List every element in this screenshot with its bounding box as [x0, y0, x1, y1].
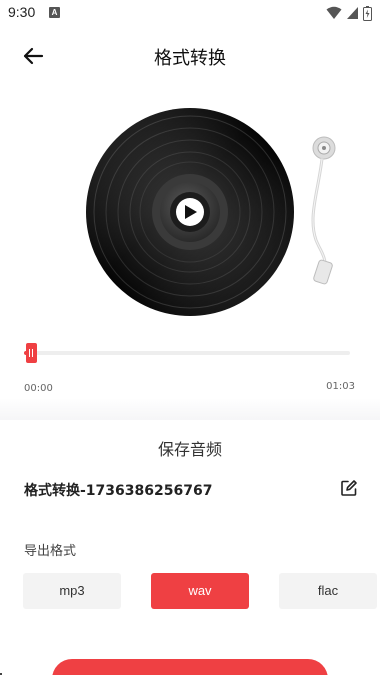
total-time: 01:03	[326, 381, 355, 392]
vinyl-record	[86, 108, 294, 316]
progress-track	[24, 351, 350, 355]
panel-title: 保存音频	[157, 440, 222, 459]
current-time: 00:00	[24, 383, 53, 394]
progress-thumb[interactable]	[25, 343, 37, 363]
status-time: 9:30	[8, 4, 36, 20]
status-icons	[326, 4, 372, 22]
wifi-icon	[326, 6, 342, 19]
play-button[interactable]	[176, 198, 204, 226]
signal-icon	[347, 7, 358, 19]
status-bar: 9:30 A	[0, 0, 380, 26]
tonearm	[311, 136, 336, 285]
save-audio-panel: 保存音频 格式转换-1736386256767 导出格式 mp3 wav fla…	[0, 420, 380, 675]
notification-icon: A	[49, 7, 60, 18]
save-button[interactable]	[52, 659, 328, 675]
format-options: mp3 wav flac	[23, 573, 377, 609]
playback-progress-slider[interactable]	[24, 342, 350, 364]
battery-icon	[363, 5, 372, 21]
export-format-label: 导出格式	[24, 544, 77, 559]
edit-filename-button[interactable]	[340, 479, 358, 497]
file-name: 格式转换-1736386256767	[24, 483, 213, 499]
format-option-mp3[interactable]: mp3	[23, 573, 121, 609]
format-option-wav[interactable]: wav	[151, 573, 249, 609]
page-title: 格式转换	[154, 48, 226, 69]
top-app-bar: 格式转换	[0, 34, 380, 78]
edit-icon	[341, 480, 357, 496]
format-option-flac[interactable]: flac	[279, 573, 377, 609]
